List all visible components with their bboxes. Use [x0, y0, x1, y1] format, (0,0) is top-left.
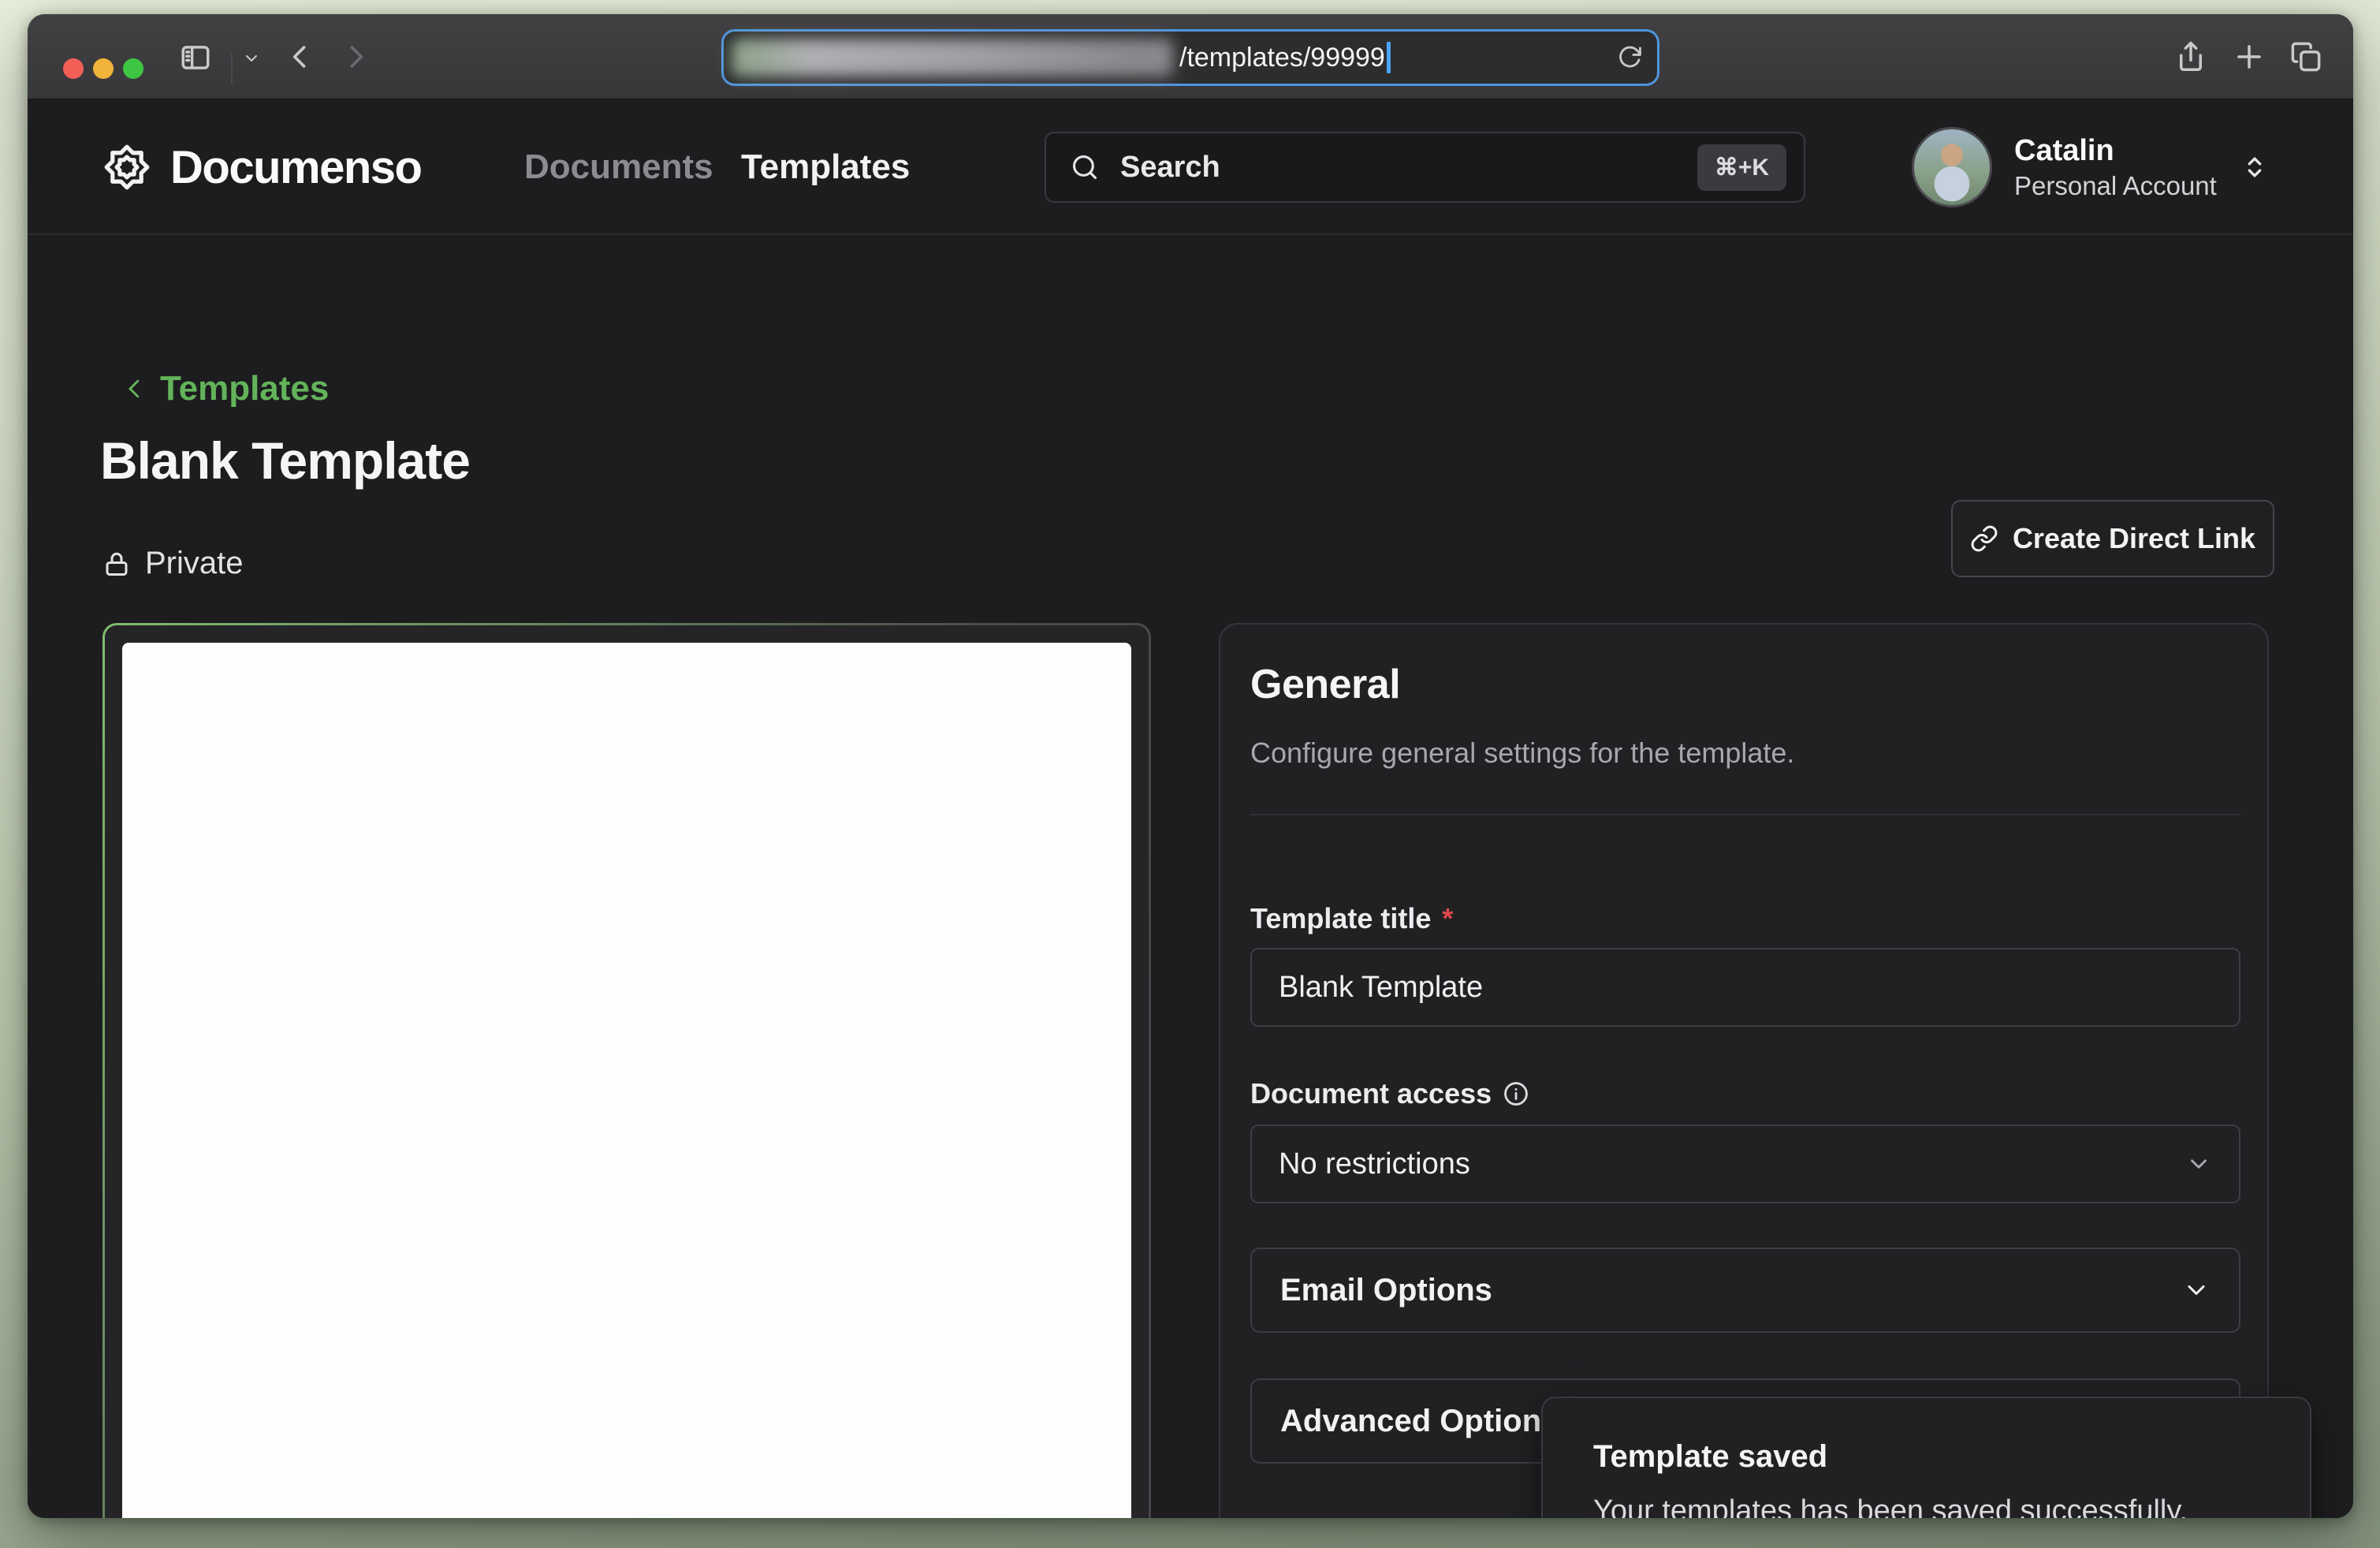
chevron-down-icon: [2182, 1276, 2211, 1304]
panel-subheading: Configure general settings for the templ…: [1250, 737, 1794, 770]
toast-notification[interactable]: Template saved Your templates has been s…: [1541, 1397, 2311, 1518]
url-blurred-domain: [732, 39, 1173, 76]
toast-message: Your templates has been saved successful…: [1593, 1494, 2188, 1518]
avatar[interactable]: [1912, 127, 1992, 207]
back-button[interactable]: [283, 39, 318, 74]
account-name: Catalin: [2014, 132, 2217, 170]
chevron-left-icon: [121, 375, 149, 403]
text-caret: [1387, 42, 1391, 73]
panel-divider: [1250, 814, 2240, 815]
preview-card-inner: [105, 625, 1149, 1518]
required-mark: *: [1442, 902, 1453, 935]
template-title-label: Template title*: [1250, 902, 1453, 935]
create-direct-link-label: Create Direct Link: [2013, 522, 2255, 555]
share-icon[interactable]: [2174, 40, 2207, 73]
toolbar-separator: [231, 53, 233, 84]
document-access-value: No restrictions: [1279, 1147, 1470, 1181]
documenso-logo-icon: [102, 143, 151, 192]
zoom-window-button[interactable]: [123, 58, 143, 79]
template-title-input[interactable]: [1250, 948, 2240, 1027]
close-window-button[interactable]: [63, 58, 84, 79]
nav-templates[interactable]: Templates: [741, 99, 910, 235]
chevron-down-icon: [2185, 1151, 2212, 1177]
desktop: { "browser": { "url_visible_path": "/tem…: [0, 0, 2380, 1548]
email-options-collapsible[interactable]: Email Options: [1250, 1248, 2240, 1333]
panel-heading: General: [1250, 661, 1400, 708]
brand[interactable]: Documenso: [102, 99, 421, 235]
url-address-bar[interactable]: /templates/99999: [725, 33, 1656, 82]
document-page[interactable]: [122, 643, 1131, 1518]
document-access-label: Document access: [1250, 1077, 1529, 1110]
search-icon: [1070, 152, 1100, 182]
brand-name: Documenso: [170, 141, 421, 194]
app-header: Documenso Documents Templates Search ⌘+K…: [28, 99, 2353, 235]
account-labels: Catalin Personal Account: [2014, 132, 2217, 203]
search-bar[interactable]: Search ⌘+K: [1045, 132, 1805, 203]
link-icon: [1970, 524, 1998, 553]
browser-toolbar: /templates/99999: [28, 14, 2353, 99]
sidebar-toggle-icon[interactable]: [179, 41, 212, 74]
tab-group-chevron-icon[interactable]: [242, 49, 261, 68]
visibility-status: Private: [102, 546, 244, 581]
tab-overview-icon[interactable]: [2289, 40, 2322, 73]
nav-documents[interactable]: Documents: [524, 99, 713, 235]
app-viewport: Documenso Documents Templates Search ⌘+K…: [28, 99, 2353, 1518]
account-type: Personal Account: [2014, 170, 2217, 202]
lock-icon: [102, 550, 131, 578]
toast-title: Template saved: [1593, 1439, 1827, 1475]
breadcrumb[interactable]: Templates: [121, 369, 329, 408]
new-tab-icon[interactable]: [2233, 40, 2266, 73]
visibility-label: Private: [145, 546, 244, 581]
advanced-options-label: Advanced Options: [1280, 1404, 1559, 1439]
info-icon[interactable]: [1503, 1080, 1529, 1107]
url-path-text: /templates/99999: [1179, 33, 1391, 82]
email-options-label: Email Options: [1280, 1273, 1492, 1308]
general-settings-panel: General Configure general settings for t…: [1219, 623, 2269, 1518]
breadcrumb-label: Templates: [160, 369, 329, 408]
search-placeholder: Search: [1120, 151, 1677, 185]
forward-button[interactable]: [338, 39, 373, 74]
document-access-select[interactable]: No restrictions: [1250, 1125, 2240, 1203]
search-shortcut-badge: ⌘+K: [1697, 144, 1786, 191]
minimize-window-button[interactable]: [93, 58, 114, 79]
reload-icon[interactable]: [1616, 44, 1643, 71]
chevrons-up-down-icon: [2239, 151, 2270, 183]
browser-window: /templates/99999 Docume: [28, 14, 2353, 1518]
template-preview-card: [102, 623, 1151, 1518]
account-menu[interactable]: Catalin Personal Account: [1912, 126, 2270, 208]
create-direct-link-button[interactable]: Create Direct Link: [1951, 500, 2274, 577]
page-title: Blank Template: [100, 431, 470, 491]
